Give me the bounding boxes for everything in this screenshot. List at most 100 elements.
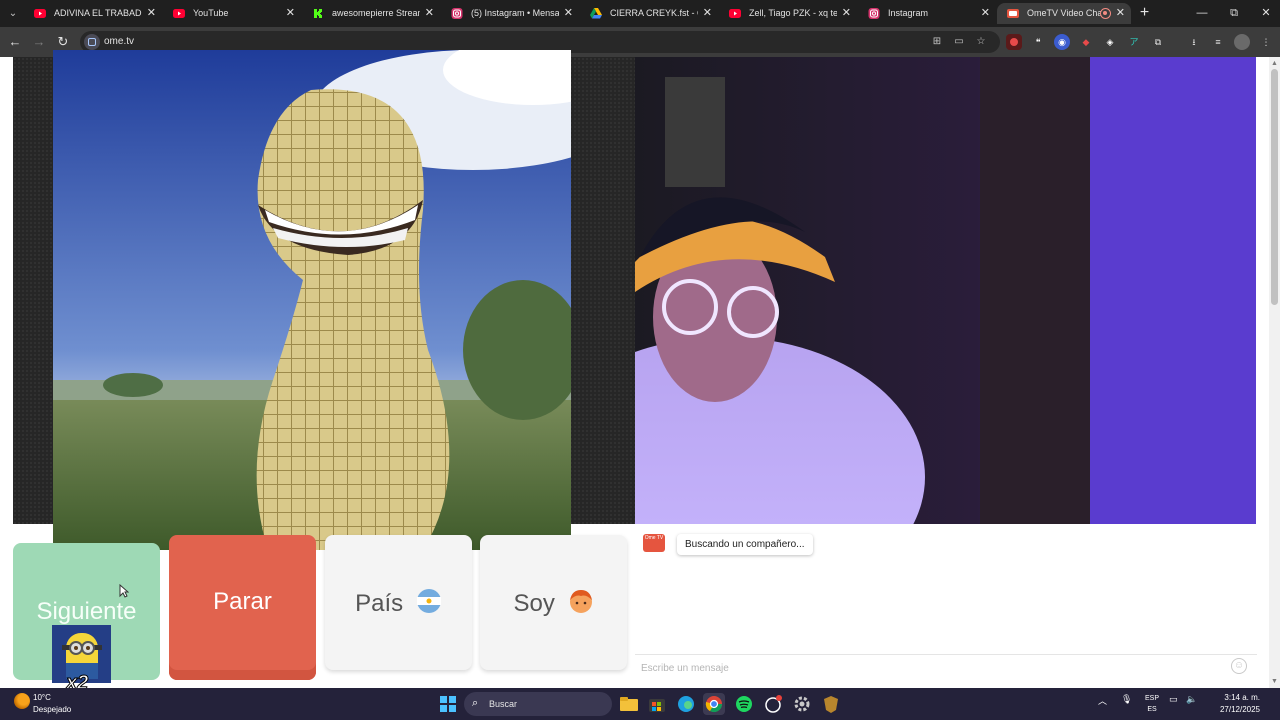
cast-icon[interactable]: ▭: [952, 35, 966, 49]
instagram-icon: [451, 8, 463, 19]
tab-1[interactable]: ADIVINA EL TRABADO... ✕: [24, 3, 162, 24]
chat-message-input[interactable]: [641, 660, 1221, 676]
scroll-up-icon[interactable]: ▲: [1270, 59, 1279, 68]
record-extension-icon[interactable]: [1006, 34, 1022, 50]
media-control-icon[interactable]: ≡: [1210, 34, 1226, 50]
menu-kebab-icon[interactable]: ⋮: [1258, 34, 1274, 50]
tab-4[interactable]: (5) Instagram • Mensajes ✕: [441, 3, 579, 24]
ometv-logo: Ome TV: [643, 534, 665, 552]
network-icon[interactable]: ▭: [1169, 694, 1178, 705]
clock-date[interactable]: 27/12/2025: [1208, 705, 1260, 714]
quote-extension-icon[interactable]: ❝: [1030, 34, 1046, 50]
translate-icon[interactable]: ⊞: [930, 35, 944, 49]
weather-description: Despejado: [33, 705, 72, 714]
reload-icon[interactable]: ↻: [54, 33, 72, 51]
tab-label: OmeTV Video Chat -: [1027, 8, 1101, 18]
app-shield-icon[interactable]: [820, 693, 842, 715]
next-button-label: Siguiente: [36, 598, 137, 625]
tab-7[interactable]: Instagram ✕: [858, 3, 996, 24]
gender-button-label: Soy: [513, 589, 555, 617]
tab-label: CIERRA CREYK.fst - Googl: [610, 8, 698, 18]
stop-button-label: Parar: [213, 588, 272, 615]
chrome-icon[interactable]: [703, 693, 725, 715]
page-scrollbar[interactable]: ▲ ▼: [1269, 57, 1280, 688]
close-tab-icon[interactable]: ✕: [286, 3, 295, 24]
taskbar-search[interactable]: ⌕ Buscar: [464, 692, 612, 716]
instagram-icon: [868, 8, 880, 19]
argentina-flag-icon: [416, 588, 442, 621]
edge-icon[interactable]: [675, 693, 697, 715]
tab-6[interactable]: Zell, Tiago PZK - xq te en ✕: [719, 3, 857, 24]
windows-start-icon[interactable]: [440, 696, 456, 712]
download-icon[interactable]: ⭳: [1186, 34, 1202, 50]
google-drive-icon: [590, 8, 602, 19]
close-tab-icon[interactable]: ✕: [703, 3, 712, 24]
weather-temperature: 10°C: [33, 693, 51, 702]
file-explorer-icon[interactable]: [618, 693, 640, 715]
discord-icon[interactable]: [762, 693, 784, 715]
minimize-button[interactable]: —: [1186, 4, 1218, 22]
scroll-thumb[interactable]: [1271, 69, 1278, 305]
windows-taskbar: 10°C Despejado ⌕ Buscar ︿ 🎙 ESP ES ▭ 🔈 3…: [0, 688, 1280, 720]
close-tab-icon[interactable]: ✕: [564, 3, 573, 24]
tray-chevron-icon[interactable]: ︿: [1098, 694, 1107, 707]
tab-label: awesomepierre Stream - \: [332, 8, 420, 18]
back-arrow-icon[interactable]: ←: [6, 33, 24, 51]
chat-divider: [635, 654, 1257, 655]
profile-avatar-icon[interactable]: [1234, 34, 1250, 50]
close-window-button[interactable]: ✕: [1250, 4, 1280, 22]
close-tab-icon[interactable]: ✕: [981, 3, 990, 24]
tab-label: Zell, Tiago PZK - xq te en: [749, 8, 837, 18]
kick-icon: [312, 8, 324, 19]
chat-panel: Ome TV Buscando un compañero... ☺: [635, 524, 1257, 680]
tab-search-icon[interactable]: ⌄: [4, 5, 22, 22]
tab-2[interactable]: YouTube ✕: [163, 3, 301, 24]
ometv-icon: [1007, 8, 1019, 19]
diamond-extension-icon[interactable]: ◈: [1102, 34, 1118, 50]
peanut-statue-image: [53, 50, 571, 550]
partner-video: [635, 57, 1256, 524]
forward-arrow-icon[interactable]: →: [30, 33, 48, 51]
store-icon[interactable]: [646, 693, 668, 715]
country-button[interactable]: País: [325, 535, 472, 670]
language-top[interactable]: ESP: [1143, 695, 1161, 702]
settings-gear-icon[interactable]: [791, 693, 813, 715]
weather-moon-icon[interactable]: [14, 693, 30, 709]
tab-label: ADIVINA EL TRABADO...: [54, 8, 142, 18]
tab-5[interactable]: CIERRA CREYK.fst - Googl ✕: [580, 3, 718, 24]
mouse-cursor-icon: [119, 583, 130, 603]
close-tab-icon[interactable]: ✕: [842, 3, 851, 24]
boy-emoji-icon: [568, 588, 594, 621]
tab-3[interactable]: awesomepierre Stream - \ ✕: [302, 3, 440, 24]
language-bottom[interactable]: ES: [1143, 706, 1161, 713]
tab-label: Instagram: [888, 8, 929, 18]
scroll-down-icon[interactable]: ▼: [1270, 677, 1279, 686]
new-tab-button[interactable]: +: [1136, 5, 1153, 22]
taskbar-search-label: Buscar: [489, 699, 518, 709]
bookmark-star-icon[interactable]: ☆: [974, 35, 988, 49]
extensions-puzzle-icon[interactable]: ⧉: [1150, 34, 1166, 50]
youtube-icon: [729, 8, 741, 19]
chat-status-message: Buscando un compañero...: [677, 534, 813, 555]
vpn-extension-icon[interactable]: ◉: [1054, 34, 1070, 50]
close-tab-icon[interactable]: ✕: [425, 3, 434, 24]
stop-button[interactable]: Parar: [169, 535, 316, 680]
tab-active-ometv[interactable]: OmeTV Video Chat - ✕: [997, 3, 1131, 24]
clock-time[interactable]: 3:14 a. m.: [1208, 693, 1260, 702]
youtube-icon: [173, 8, 185, 19]
red-extension-icon[interactable]: ◆: [1078, 34, 1094, 50]
tab-strip: ⌄ ADIVINA EL TRABADO... ✕ YouTube ✕ awes…: [0, 0, 1280, 27]
recording-icon: [1100, 8, 1111, 19]
spotify-icon[interactable]: [733, 693, 755, 715]
youtube-icon: [34, 8, 46, 19]
gender-button[interactable]: Soy: [480, 535, 627, 670]
restore-button[interactable]: ⧉: [1218, 4, 1250, 22]
emoji-icon[interactable]: ☺: [1231, 658, 1247, 674]
volume-icon[interactable]: 🔈: [1186, 694, 1197, 705]
search-icon: ⌕: [472, 697, 479, 709]
microphone-icon[interactable]: 🎙: [1121, 694, 1132, 705]
site-info-icon[interactable]: [84, 34, 100, 50]
translate-extension-icon[interactable]: ア: [1126, 34, 1142, 50]
close-tab-icon[interactable]: ✕: [147, 3, 156, 24]
close-tab-icon[interactable]: ✕: [1116, 3, 1125, 24]
